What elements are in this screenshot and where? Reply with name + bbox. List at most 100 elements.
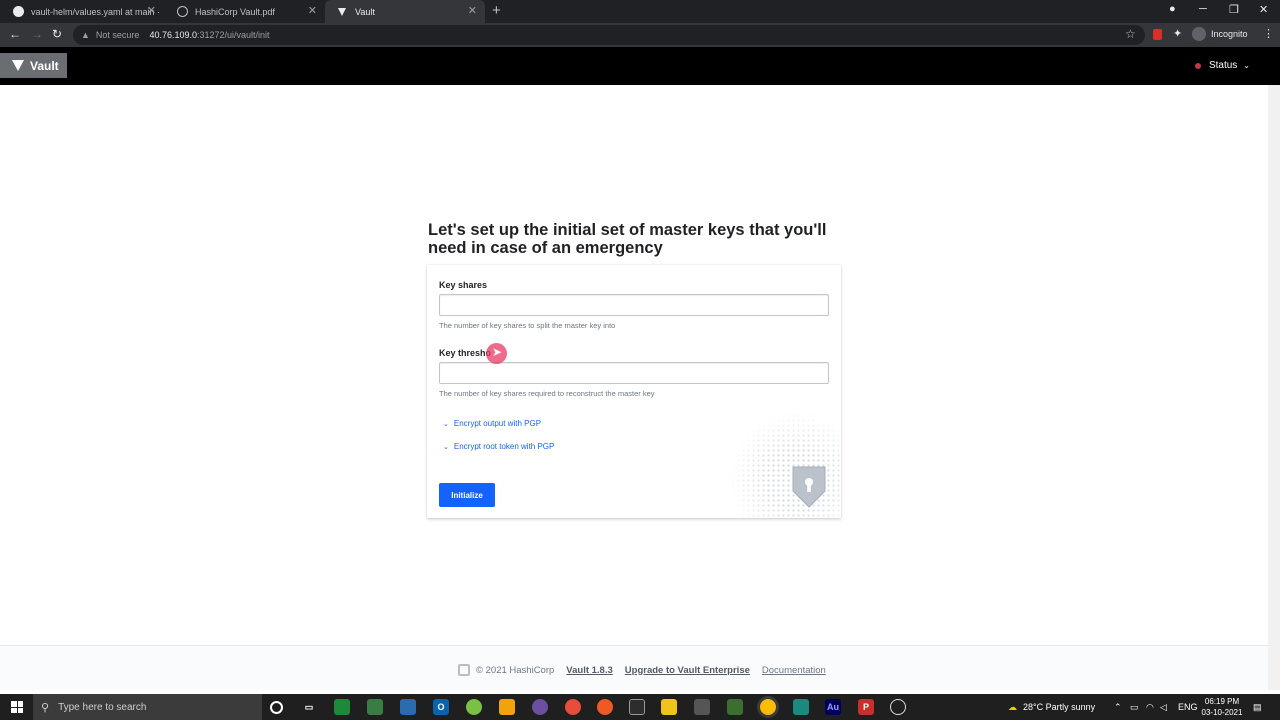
chevron-down-icon: ⌄ <box>443 420 449 428</box>
volume-icon[interactable]: ◁ <box>1160 694 1167 720</box>
hashicorp-logo-icon <box>458 664 470 676</box>
close-icon[interactable]: ✕ <box>308 5 317 17</box>
chevron-down-icon: ⌄ <box>1243 61 1250 70</box>
task-view-icon[interactable]: ▭ <box>301 699 317 715</box>
bookmark-star-icon[interactable]: ☆ <box>1125 27 1136 41</box>
postman-icon[interactable] <box>597 699 613 715</box>
tab-search-icon[interactable]: ● <box>1169 3 1176 15</box>
app-green-icon[interactable] <box>466 699 482 715</box>
minimize-icon[interactable]: ─ <box>1199 3 1207 15</box>
status-label: Status <box>1208 60 1238 71</box>
app-icon[interactable] <box>367 699 383 715</box>
tab-title: vault-helm/values.yaml at main · <box>31 6 161 17</box>
github-icon <box>13 6 24 17</box>
chrome-icon[interactable] <box>760 699 776 715</box>
tray-chevron-icon[interactable]: ⌃ <box>1114 694 1122 720</box>
app-teal-icon[interactable] <box>793 699 809 715</box>
upgrade-link[interactable]: Upgrade to Vault Enterprise <box>625 665 750 676</box>
file-explorer-icon[interactable] <box>661 699 677 715</box>
weather-widget[interactable]: ☁ 28°C Partly sunny <box>1008 694 1095 720</box>
weather-icon: ☁ <box>1008 701 1017 712</box>
network-icon[interactable]: ▭ <box>1130 694 1139 720</box>
clock-time: 06:19 PM <box>1204 697 1240 706</box>
incognito-label: Incognito <box>1211 29 1248 39</box>
key-threshold-help: The number of key shares required to rec… <box>439 389 655 398</box>
window-close-icon[interactable]: ✕ <box>1259 3 1268 16</box>
key-shares-help: The number of key shares to split the ma… <box>439 321 616 330</box>
search-icon: ⚲ <box>41 701 50 714</box>
clock-app-icon[interactable] <box>890 699 906 715</box>
tab-title: Vault <box>355 6 375 17</box>
windows-taskbar: ⚲ Type here to search ▭ O Au P ☁ 28°C Pa… <box>0 694 1280 720</box>
browser-tab-strip: vault-helm/values.yaml at main · ✕ Hashi… <box>0 0 1280 23</box>
vscode-icon[interactable] <box>400 699 416 715</box>
security-label: Not secure <box>95 30 140 40</box>
forward-icon[interactable]: → <box>31 27 43 41</box>
app-icon[interactable] <box>727 699 743 715</box>
encrypt-output-label: Encrypt output with PGP <box>453 419 542 428</box>
cortana-icon[interactable] <box>270 701 283 714</box>
vault-header: Vault Status ⌄ <box>0 47 1280 85</box>
warning-icon: ▲ <box>81 30 90 40</box>
taskbar-search[interactable]: ⚲ Type here to search <box>33 694 262 720</box>
tab-vault[interactable]: Vault ✕ <box>325 0 485 23</box>
address-bar[interactable]: ▲ Not secure 40.76.109.0:31272/ui/vault/… <box>73 25 1145 45</box>
tab-pdf[interactable]: HashiCorp Vault.pdf ✕ <box>164 0 325 23</box>
notepad-plus-icon[interactable] <box>334 699 350 715</box>
powerpoint-icon[interactable]: P <box>858 699 874 715</box>
vault-triangle-icon <box>12 60 24 71</box>
lock-shield-icon <box>792 466 826 508</box>
close-icon[interactable]: ✕ <box>147 5 156 17</box>
outlook-icon[interactable]: O <box>433 699 449 715</box>
encrypt-output-toggle[interactable]: ⌄ Encrypt output with PGP <box>443 419 541 428</box>
incognito-icon <box>1192 27 1206 41</box>
network-app-icon[interactable] <box>694 699 710 715</box>
key-threshold-label: Key thresho <box>439 348 492 358</box>
language-indicator[interactable]: ENG <box>1178 694 1198 720</box>
url-host: 40.76.109.0 <box>149 30 197 40</box>
version-link[interactable]: Vault 1.8.3 <box>566 665 612 676</box>
menu-kebab-icon[interactable]: ⋮ <box>1263 27 1274 40</box>
extensions-puzzle-icon[interactable]: ✦ <box>1173 27 1182 40</box>
restore-icon[interactable]: ❐ <box>1229 3 1239 16</box>
weather-text: 28°C Partly sunny <box>1023 702 1096 712</box>
key-shares-input[interactable] <box>439 294 829 316</box>
audition-icon[interactable]: Au <box>825 699 841 715</box>
documentation-link[interactable]: Documentation <box>762 665 826 676</box>
app-purple-icon[interactable] <box>532 699 548 715</box>
extension-icon[interactable] <box>1153 29 1162 40</box>
system-clock[interactable]: 06:19 PM 03-10-2021 <box>1200 696 1244 718</box>
tab-title: HashiCorp Vault.pdf <box>195 6 275 17</box>
status-menu[interactable]: Status ⌄ <box>1194 60 1250 71</box>
vault-logo-text: Vault <box>30 58 59 73</box>
close-icon[interactable]: ✕ <box>468 5 477 17</box>
mouse-cursor-icon: ➤ <box>492 345 503 359</box>
key-shares-label: Key shares <box>439 280 488 290</box>
status-dot-icon <box>1194 62 1201 69</box>
clock-date: 03-10-2021 <box>1201 708 1243 717</box>
incognito-indicator[interactable]: Incognito <box>1192 27 1248 41</box>
notifications-icon[interactable]: ▤ <box>1253 694 1262 720</box>
taskbar-search-placeholder: Type here to search <box>58 701 147 713</box>
wifi-icon[interactable]: ◠ <box>1146 694 1154 720</box>
tab-github[interactable]: vault-helm/values.yaml at main · ✕ <box>0 0 164 23</box>
page-title: Let's set up the initial set of master k… <box>428 221 827 257</box>
initialize-button[interactable]: Initialize <box>439 483 495 507</box>
encrypt-root-label: Encrypt root token with PGP <box>453 442 555 451</box>
snipping-icon[interactable] <box>629 699 645 715</box>
vault-icon <box>338 7 346 16</box>
globe-icon <box>177 6 188 17</box>
url-path: :31272/ui/vault/init <box>197 30 270 40</box>
page-scrollbar[interactable] <box>1268 85 1280 690</box>
page-footer: © 2021 HashiCorp Vault 1.8.3 Upgrade to … <box>0 645 1268 690</box>
reload-icon[interactable]: ↻ <box>52 27 62 41</box>
sublime-icon[interactable] <box>499 699 515 715</box>
app-red-icon[interactable] <box>565 699 581 715</box>
chevron-down-icon: ⌄ <box>443 443 449 451</box>
windows-start-icon[interactable] <box>11 701 23 713</box>
key-threshold-input[interactable] <box>439 362 829 384</box>
back-icon[interactable]: ← <box>9 27 21 41</box>
encrypt-root-toggle[interactable]: ⌄ Encrypt root token with PGP <box>443 442 554 451</box>
vault-logo[interactable]: Vault <box>0 53 67 78</box>
new-tab-icon[interactable]: + <box>492 3 501 19</box>
